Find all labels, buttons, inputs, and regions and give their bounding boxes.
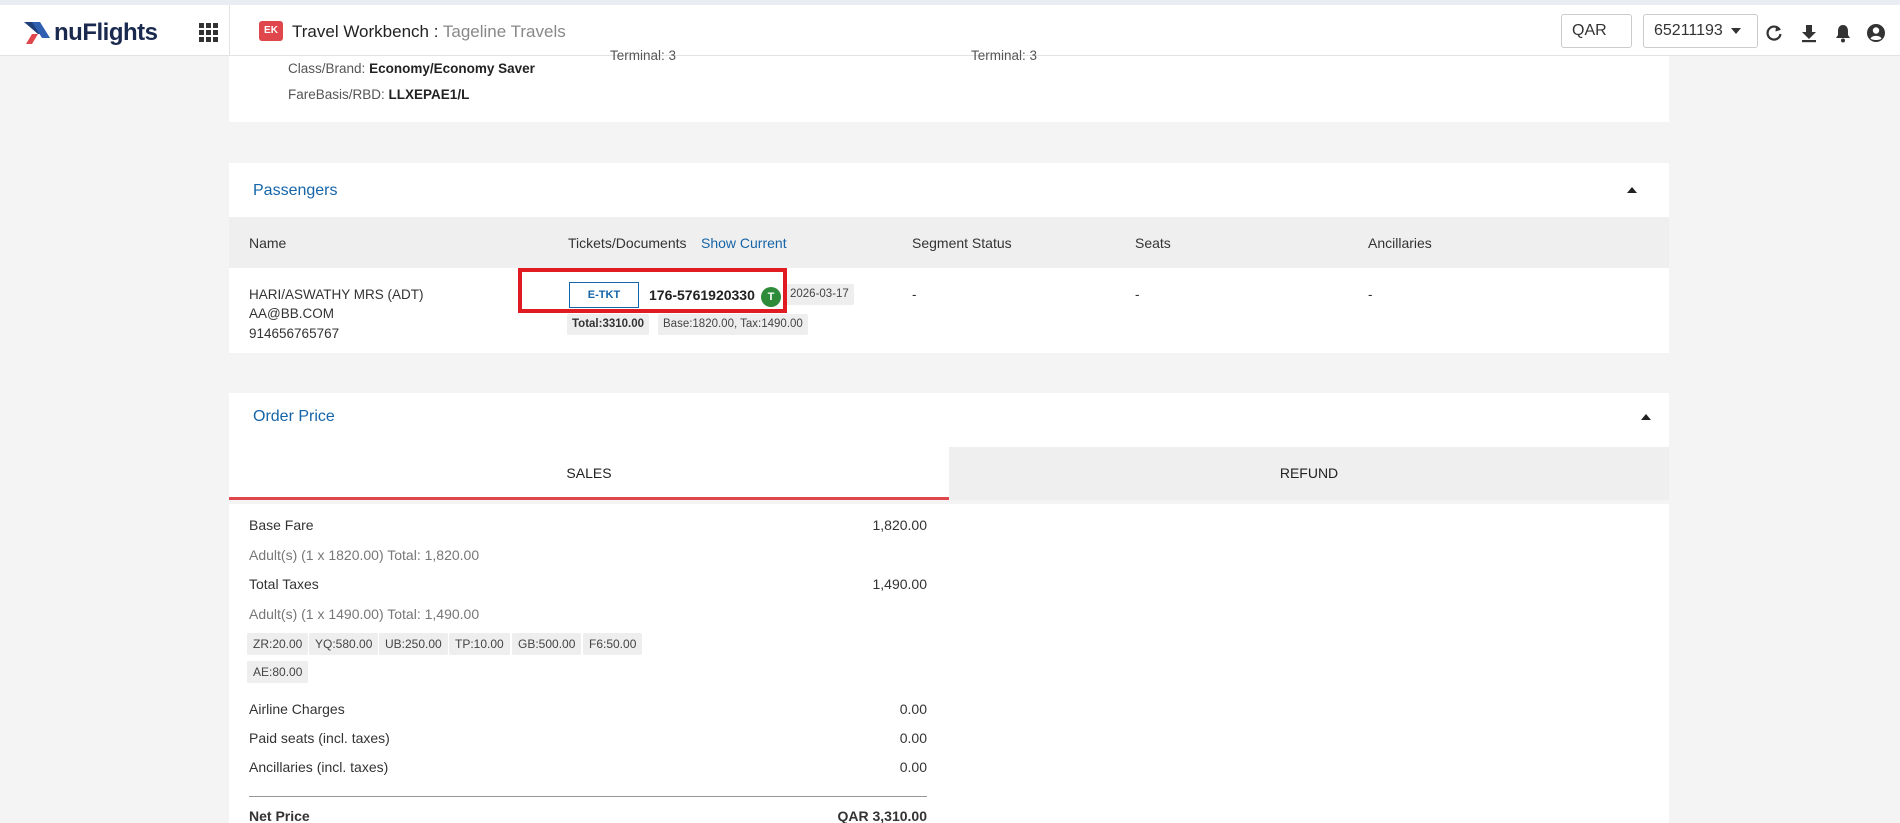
passenger-name: HARI/ASWATHY MRS (ADT) — [249, 287, 424, 302]
apps-grid-icon[interactable] — [196, 20, 220, 44]
bell-icon[interactable] — [1833, 23, 1853, 43]
highlight-box — [518, 268, 787, 313]
passengers-table-header: Name Tickets/Documents Show Current Segm… — [229, 217, 1669, 268]
class-brand-label: Class/Brand: — [288, 61, 366, 76]
ancillaries-price-value: 0.00 — [899, 759, 927, 775]
fare-basis-value: LLXEPAE1/L — [388, 87, 470, 102]
show-current-link[interactable]: Show Current — [701, 235, 787, 251]
currency-select[interactable]: QAR — [1561, 14, 1632, 66]
base-fare-label: Base Fare — [249, 517, 314, 533]
col-ancillaries: Ancillaries — [1368, 235, 1432, 251]
airline-badge: EK — [259, 21, 283, 41]
airline-charges-label: Airline Charges — [249, 701, 345, 717]
segment-status-value: - — [912, 287, 917, 302]
passenger-phone: 914656765767 — [249, 326, 340, 341]
tabs-divider — [229, 500, 1669, 504]
tab-sales[interactable]: SALES — [229, 447, 949, 500]
app-title-main: Travel Workbench : — [292, 22, 439, 41]
base-fare-detail: Adult(s) (1 x 1820.00) Total: 1,820.00 — [249, 547, 480, 563]
tax-chip: YQ:580.00 — [309, 633, 379, 655]
ticket-issue-date: 2026-03-17 — [785, 284, 854, 305]
tax-chip: AE:80.00 — [247, 661, 309, 683]
download-icon[interactable] — [1799, 23, 1819, 43]
col-seats: Seats — [1135, 235, 1171, 251]
collapse-passengers-icon[interactable] — [1627, 187, 1637, 193]
logo-text: nuFlights — [54, 19, 158, 46]
agent-select[interactable]: 65211193 — [1643, 14, 1758, 48]
tax-chip: ZR:20.00 — [247, 633, 309, 655]
passengers-card: Passengers Name Tickets/Documents Show C… — [229, 163, 1669, 353]
passenger-email: AA@BB.COM — [249, 306, 334, 321]
ticket-breakdown: Base:1820.00, Tax:1490.00 — [658, 314, 808, 335]
departure-terminal: Terminal: 3 — [610, 48, 677, 63]
net-price-value: QAR 3,310.00 — [837, 808, 928, 823]
seats-value: - — [1135, 287, 1140, 302]
ancillaries-value: - — [1368, 287, 1373, 302]
top-bar: nuFlights EK Travel Workbench : Tageline… — [0, 0, 1900, 66]
nuflights-logo-icon — [24, 22, 50, 44]
segment-detail-card: Terminal: 3 Terminal: 3 Class/Brand: Eco… — [229, 48, 1669, 122]
tax-chip: UB:250.00 — [379, 633, 448, 655]
base-fare-value: 1,820.00 — [872, 517, 928, 533]
order-price-title[interactable]: Order Price — [253, 408, 335, 426]
user-icon[interactable] — [1866, 23, 1886, 43]
arrival-terminal: Terminal: 3 — [971, 48, 1038, 63]
col-name: Name — [249, 235, 287, 251]
app-title: Travel Workbench : Tageline Travels — [292, 22, 566, 42]
fare-basis: FareBasis/RBD: LLXEPAE1/L — [288, 87, 469, 102]
collapse-order-price-icon[interactable] — [1641, 414, 1651, 420]
class-brand: Class/Brand: Economy/Economy Saver — [288, 61, 535, 76]
total-taxes-value: 1,490.00 — [872, 576, 928, 592]
total-taxes-detail: Adult(s) (1 x 1490.00) Total: 1,490.00 — [249, 606, 480, 622]
tax-chip: TP:10.00 — [449, 633, 510, 655]
agency-name: Tageline Travels — [442, 22, 566, 41]
nuflights-logo[interactable]: nuFlights — [22, 18, 158, 48]
refresh-icon[interactable] — [1764, 23, 1784, 43]
paid-seats-value: 0.00 — [899, 730, 927, 746]
paid-seats-label: Paid seats (incl. taxes) — [249, 730, 390, 746]
col-tickets: Tickets/Documents — [568, 235, 687, 251]
ancillaries-label: Ancillaries (incl. taxes) — [249, 759, 389, 775]
header-divider — [229, 5, 230, 56]
chevron-down-icon — [1730, 27, 1741, 34]
tax-chip: F6:50.00 — [583, 633, 643, 655]
agent-value: 65211193 — [1654, 22, 1723, 39]
net-price-label: Net Price — [249, 808, 310, 823]
total-taxes-label: Total Taxes — [249, 576, 319, 592]
col-segment-status: Segment Status — [912, 235, 1012, 251]
airline-charges-value: 0.00 — [899, 701, 927, 717]
order-price-card: Order Price SALES REFUND Base Fare 1,820… — [229, 393, 1669, 823]
fare-basis-label: FareBasis/RBD: — [288, 87, 385, 102]
passengers-title[interactable]: Passengers — [253, 182, 338, 200]
class-brand-value: Economy/Economy Saver — [369, 61, 535, 76]
tab-refund[interactable]: REFUND — [949, 447, 1669, 500]
net-price-divider — [249, 796, 927, 797]
ticket-total: Total:3310.00 — [567, 314, 650, 335]
currency-value: QAR — [1572, 22, 1607, 39]
tax-chip: GB:500.00 — [512, 633, 582, 655]
